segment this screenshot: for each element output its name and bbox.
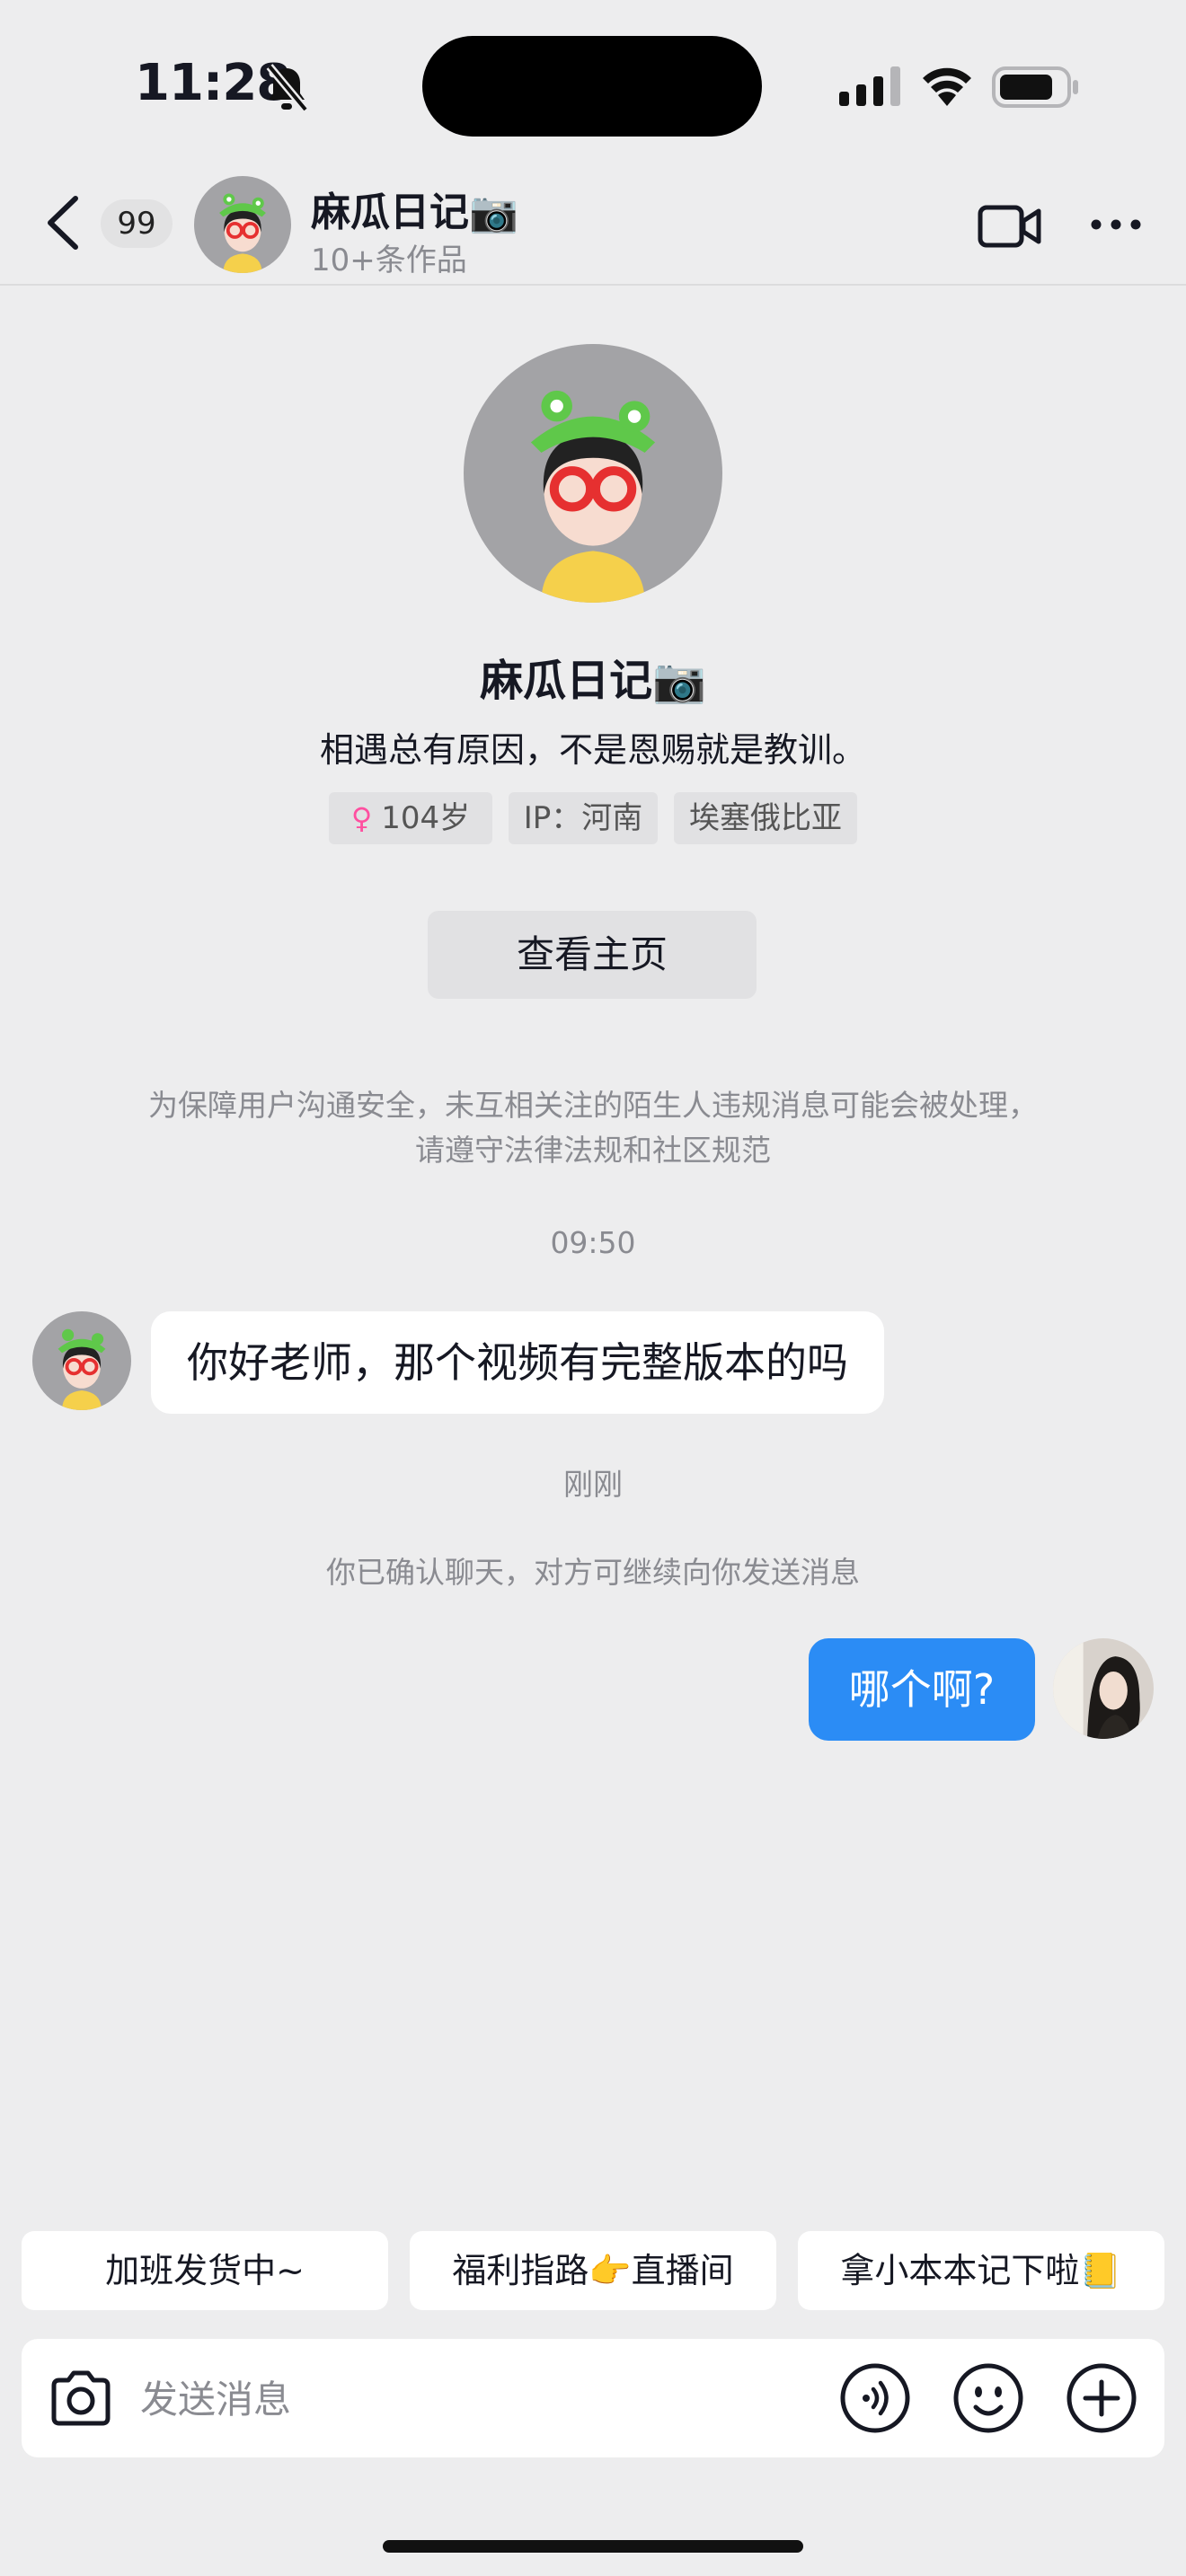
signal-icon xyxy=(839,66,900,106)
contact-avatar[interactable] xyxy=(194,176,291,273)
works-count: 10+条作品 xyxy=(311,243,467,278)
quick-reply-chip[interactable]: 加班发货中~ xyxy=(22,2231,388,2310)
profile-bio: 相遇总有原因，不是恩赐就是教训。 xyxy=(319,730,866,770)
plus-icon[interactable] xyxy=(1066,2362,1137,2434)
my-avatar[interactable] xyxy=(1053,1638,1154,1739)
incoming-message-bubble[interactable]: 你好老师，那个视频有完整版本的吗 xyxy=(151,1311,884,1414)
camera-icon[interactable] xyxy=(45,2362,117,2434)
age-label: 104岁 xyxy=(381,800,471,836)
voice-icon[interactable] xyxy=(839,2362,911,2434)
age-tag: ♀ 104岁 xyxy=(329,792,492,844)
more-icon[interactable] xyxy=(1089,216,1143,234)
outgoing-message-bubble[interactable]: 哪个啊? xyxy=(809,1638,1035,1741)
unread-badge: 99 xyxy=(101,199,173,248)
contact-name[interactable]: 麻瓜日记📷 xyxy=(311,180,518,237)
back-arrow-icon[interactable] xyxy=(43,193,83,252)
message-timestamp: 09:50 xyxy=(550,1225,636,1260)
profile-avatar[interactable] xyxy=(464,344,722,603)
battery-icon xyxy=(992,66,1078,108)
safety-notice: 为保障用户沟通安全，未互相关注的陌生人违规消息可能会被处理，请遵守法律法规和社区… xyxy=(148,1088,1038,1168)
emoji-icon[interactable] xyxy=(952,2362,1024,2434)
quick-reply-chip[interactable]: 拿小本本记下啦📒 xyxy=(798,2231,1164,2310)
view-homepage-button[interactable]: 查看主页 xyxy=(428,911,757,999)
header-divider xyxy=(0,284,1186,286)
location-tag: 埃塞俄比亚 xyxy=(674,792,857,844)
profile-name: 麻瓜日记📷 xyxy=(480,656,706,706)
quick-reply-chip[interactable]: 福利指路👉直播间 xyxy=(410,2231,776,2310)
female-gender-icon: ♀ xyxy=(350,801,373,835)
video-call-icon[interactable] xyxy=(978,203,1042,250)
dynamic-island xyxy=(422,36,762,137)
ip-tag: IP：河南 xyxy=(509,792,658,844)
home-indicator xyxy=(383,2540,803,2553)
sender-avatar[interactable] xyxy=(32,1311,131,1410)
bell-muted-icon xyxy=(266,64,309,112)
message-input[interactable]: 发送消息 xyxy=(140,2369,291,2424)
wifi-icon xyxy=(923,67,971,106)
system-message: 你已确认聊天，对方可继续向你发送消息 xyxy=(326,1555,860,1590)
message-timestamp: 刚刚 xyxy=(563,1467,623,1502)
